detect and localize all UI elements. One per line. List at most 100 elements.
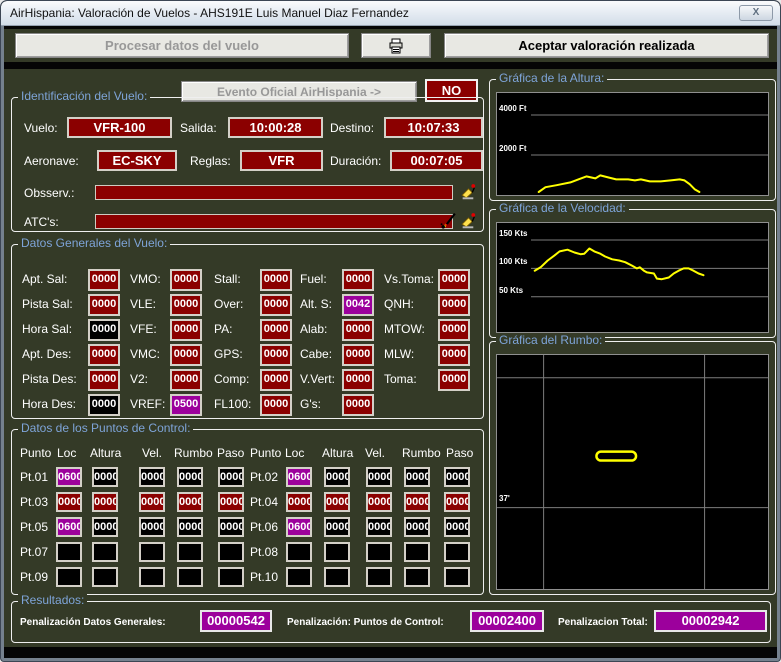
point-value-cell[interactable]: 0000: [286, 492, 312, 512]
point-value-cell[interactable]: 0000: [218, 492, 244, 512]
point-value-cell[interactable]: 0000: [324, 517, 350, 537]
aircraft-value[interactable]: EC-SKY: [97, 150, 177, 171]
point-value-cell[interactable]: [218, 567, 244, 587]
point-value-cell[interactable]: 0000: [218, 467, 244, 487]
accept-valuation-button[interactable]: Aceptar valoración realizada: [444, 33, 769, 58]
writing-hand-icon[interactable]: [460, 212, 477, 229]
general-field-value[interactable]: 0000: [342, 369, 374, 391]
point-value-cell[interactable]: 0000: [139, 492, 165, 512]
general-field-value[interactable]: 0042: [342, 294, 374, 316]
point-value-cell[interactable]: [324, 567, 350, 587]
point-value-cell[interactable]: 0000: [324, 492, 350, 512]
point-value-cell[interactable]: [177, 567, 203, 587]
point-value-cell[interactable]: [139, 542, 165, 562]
point-value-cell[interactable]: 0600: [56, 467, 82, 487]
general-field-value[interactable]: 0000: [170, 369, 202, 391]
general-field-value[interactable]: 0000: [260, 369, 292, 391]
general-field-value[interactable]: 0000: [342, 344, 374, 366]
point-value-cell[interactable]: 0000: [444, 517, 470, 537]
general-field-value[interactable]: 0000: [88, 394, 120, 416]
point-value-cell[interactable]: [324, 542, 350, 562]
duration-value[interactable]: 00:07:05: [390, 150, 483, 171]
penalty-total-value[interactable]: 00002942: [654, 610, 767, 632]
point-value-cell[interactable]: 0000: [366, 467, 392, 487]
point-value-cell[interactable]: 0000: [324, 467, 350, 487]
observations-input[interactable]: [95, 185, 453, 200]
print-button[interactable]: [361, 33, 431, 58]
point-value-cell[interactable]: 0000: [444, 467, 470, 487]
point-value-cell[interactable]: 0000: [92, 467, 118, 487]
point-value-cell[interactable]: 0000: [139, 467, 165, 487]
destination-time-value[interactable]: 10:07:33: [384, 117, 483, 138]
general-field-value[interactable]: 0000: [438, 269, 470, 291]
point-value-cell[interactable]: 0000: [404, 492, 430, 512]
point-value-cell[interactable]: 0600: [286, 517, 312, 537]
point-value-cell[interactable]: [56, 567, 82, 587]
general-field-value[interactable]: 0000: [170, 344, 202, 366]
close-button[interactable]: X: [739, 5, 773, 21]
general-field-value[interactable]: 0000: [260, 294, 292, 316]
general-field-value[interactable]: 0000: [342, 319, 374, 341]
point-value-cell[interactable]: 0000: [56, 492, 82, 512]
departure-time-value[interactable]: 10:00:28: [228, 117, 323, 138]
writing-hand-icon[interactable]: [460, 183, 477, 200]
general-field-value[interactable]: 0000: [170, 269, 202, 291]
point-value-cell[interactable]: 0600: [286, 467, 312, 487]
general-field-value[interactable]: 0000: [88, 344, 120, 366]
penalty-general-value[interactable]: 00000542: [200, 610, 272, 632]
general-field-value[interactable]: 0000: [170, 319, 202, 341]
point-value-cell[interactable]: [366, 542, 392, 562]
general-field-value[interactable]: 0000: [438, 294, 470, 316]
point-value-cell[interactable]: [444, 542, 470, 562]
point-value-cell[interactable]: [92, 542, 118, 562]
atc-input[interactable]: [95, 214, 453, 229]
point-value-cell[interactable]: 0000: [444, 492, 470, 512]
general-field-value[interactable]: 0000: [88, 319, 120, 341]
point-value-cell[interactable]: [177, 542, 203, 562]
point-value-cell[interactable]: 0000: [92, 517, 118, 537]
point-value-cell[interactable]: 0600: [56, 517, 82, 537]
title-bar[interactable]: AirHispania: Valoración de Vuelos - AHS1…: [1, 1, 780, 26]
point-value-cell[interactable]: [218, 542, 244, 562]
point-value-cell[interactable]: 0000: [366, 517, 392, 537]
column-header: Vel.: [142, 446, 162, 460]
general-field-value[interactable]: 0000: [438, 319, 470, 341]
general-field-value[interactable]: 0000: [170, 294, 202, 316]
point-value-cell[interactable]: [286, 567, 312, 587]
general-field-value[interactable]: 0000: [88, 369, 120, 391]
point-value-cell[interactable]: 0000: [218, 517, 244, 537]
general-field-value[interactable]: 0000: [438, 344, 470, 366]
general-field-value[interactable]: 0000: [342, 394, 374, 416]
process-flight-data-button[interactable]: Procesar datos del vuelo: [15, 33, 349, 58]
flight-rules-value[interactable]: VFR: [240, 150, 323, 171]
pen-icon[interactable]: [440, 212, 457, 229]
point-value-cell[interactable]: 0000: [139, 517, 165, 537]
point-value-cell[interactable]: 0000: [92, 492, 118, 512]
point-value-cell[interactable]: 0000: [177, 492, 203, 512]
general-field-value[interactable]: 0500: [170, 394, 202, 416]
point-value-cell[interactable]: [286, 542, 312, 562]
general-field-value[interactable]: 0000: [260, 319, 292, 341]
point-value-cell[interactable]: [366, 567, 392, 587]
general-field-value[interactable]: 0000: [342, 269, 374, 291]
point-value-cell[interactable]: [92, 567, 118, 587]
general-field-value[interactable]: 0000: [260, 269, 292, 291]
point-value-cell[interactable]: 0000: [404, 517, 430, 537]
point-value-cell[interactable]: 0000: [177, 467, 203, 487]
general-field-value[interactable]: 0000: [438, 369, 470, 391]
point-value-cell[interactable]: 0000: [404, 467, 430, 487]
general-field-value[interactable]: 0000: [260, 394, 292, 416]
point-value-cell[interactable]: 0000: [366, 492, 392, 512]
point-value-cell[interactable]: [56, 542, 82, 562]
point-value-cell[interactable]: [404, 567, 430, 587]
general-field-value[interactable]: 0000: [88, 269, 120, 291]
window-title: AirHispania: Valoración de Vuelos - AHS1…: [10, 6, 409, 20]
general-field-value[interactable]: 0000: [88, 294, 120, 316]
penalty-points-value[interactable]: 00002400: [470, 610, 544, 632]
general-field-value[interactable]: 0000: [260, 344, 292, 366]
point-value-cell[interactable]: [444, 567, 470, 587]
point-value-cell[interactable]: [139, 567, 165, 587]
point-value-cell[interactable]: [404, 542, 430, 562]
point-value-cell[interactable]: 0000: [177, 517, 203, 537]
flight-number-value[interactable]: VFR-100: [67, 117, 172, 138]
